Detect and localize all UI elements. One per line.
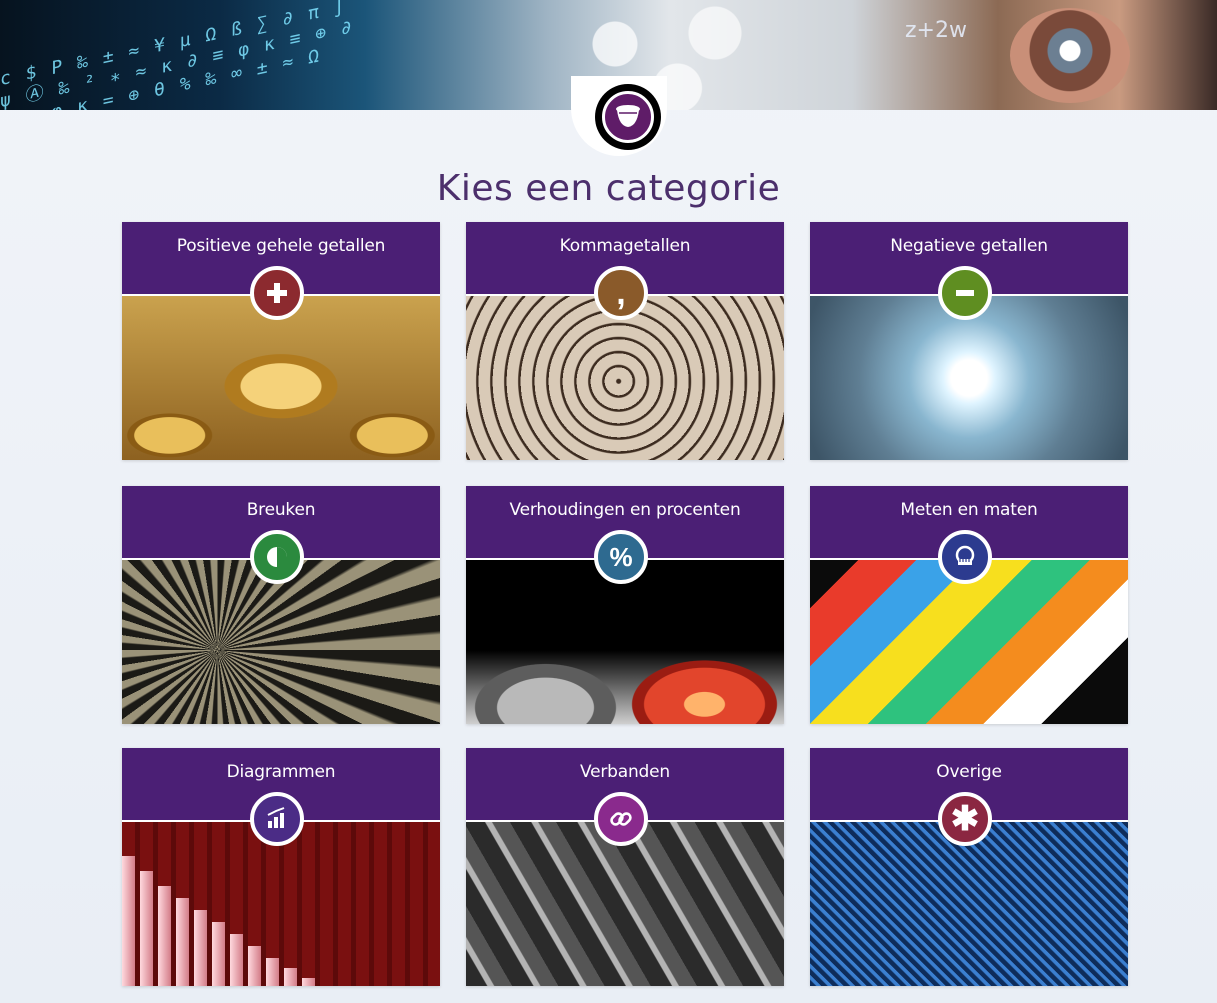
category-tile-verhoudingen-en-procenten[interactable]: Verhoudingen en procenten % bbox=[466, 486, 784, 724]
apples-image bbox=[466, 560, 784, 724]
chain-image bbox=[466, 822, 784, 986]
category-tile-diagrammen[interactable]: Diagrammen bbox=[122, 748, 440, 986]
banner-formula: z+2w bbox=[905, 18, 967, 43]
bar bbox=[194, 910, 207, 986]
category-tile-negatieve-getallen[interactable]: Negatieve getallen bbox=[810, 222, 1128, 460]
rubiks-cube-image bbox=[810, 560, 1128, 724]
bar bbox=[176, 898, 189, 986]
bar bbox=[158, 886, 171, 986]
coins-image bbox=[122, 296, 440, 460]
bar bbox=[248, 946, 261, 986]
bar bbox=[230, 934, 243, 986]
link-icon bbox=[594, 792, 648, 846]
plus-icon bbox=[250, 266, 304, 320]
fraction-pie-icon bbox=[250, 530, 304, 584]
category-tile-meten-en-maten[interactable]: Meten en maten bbox=[810, 486, 1128, 724]
measuring-tape-icon bbox=[938, 530, 992, 584]
minus-icon bbox=[938, 266, 992, 320]
bar-chart-icon bbox=[250, 792, 304, 846]
category-tile-breuken[interactable]: Breuken bbox=[122, 486, 440, 724]
percent-icon: % bbox=[594, 530, 648, 584]
number-spiral-image bbox=[466, 296, 784, 460]
bar bbox=[122, 856, 135, 986]
comma-icon: , bbox=[594, 266, 648, 320]
bar bbox=[302, 978, 315, 986]
category-tile-verbanden[interactable]: Verbanden bbox=[466, 748, 784, 986]
home-logo[interactable] bbox=[595, 84, 661, 150]
category-tile-positieve-gehele-getallen[interactable]: Positieve gehele getallen bbox=[122, 222, 440, 460]
bar bbox=[266, 958, 279, 986]
number-tunnel-image bbox=[810, 296, 1128, 460]
category-tile-overige[interactable]: Overige ✱ bbox=[810, 748, 1128, 986]
bar bbox=[284, 968, 297, 986]
descending-bars-image bbox=[122, 822, 440, 986]
broken-glass-image bbox=[122, 560, 440, 724]
blue-lines-image bbox=[810, 822, 1128, 986]
bar bbox=[212, 922, 225, 986]
banner-eye-image bbox=[1010, 8, 1130, 103]
category-tile-kommagetallen[interactable]: Kommagetallen , bbox=[466, 222, 784, 460]
page-title: Kies een categorie bbox=[436, 168, 781, 209]
asterisk-icon: ✱ bbox=[938, 792, 992, 846]
bar bbox=[140, 871, 153, 986]
pot-icon bbox=[602, 91, 654, 143]
banner-code-texture: c $ P ‰ ± ≈ ¥ µ Ω ß ∑ ∂ π ∫ ψ Ⓐ ‰ ² ∗ ≈ … bbox=[0, 0, 354, 110]
